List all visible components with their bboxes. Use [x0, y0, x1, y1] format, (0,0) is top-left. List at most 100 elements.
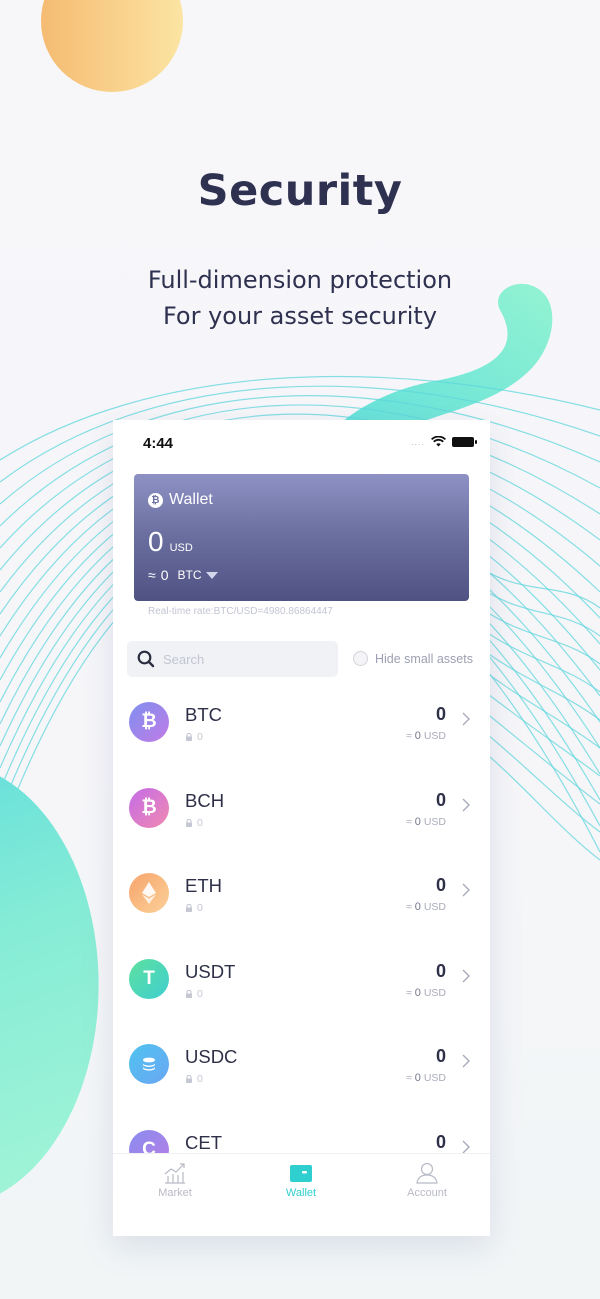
asset-symbol: BTC: [185, 704, 222, 725]
usd-amount: 0: [414, 986, 421, 999]
usdc-coins-icon: [129, 1044, 169, 1084]
usd-unit: USD: [423, 815, 446, 828]
asset-amount: 0: [435, 875, 446, 895]
asset-usd-value: ≈ 0 USD: [406, 901, 446, 913]
lock-icon: [186, 1075, 192, 1083]
page-subtitle: Full-dimension protection For your asset…: [0, 262, 600, 334]
phone-screen: 4:44 .... ₿ Wallet 0 USD ≈ 0 BTC Real-ti…: [113, 420, 490, 1236]
asset-usd-value: ≈ 0 USD: [406, 730, 446, 742]
asset-row-bch[interactable]: ₿ BCH 0 0 ≈ 0 USD: [113, 774, 490, 860]
search-icon: [137, 650, 155, 668]
market-chart-icon: [164, 1163, 185, 1184]
hide-small-assets-radio[interactable]: [353, 651, 368, 666]
asset-row-eth[interactable]: ETH 0 0 ≈ 0 USD: [113, 859, 490, 945]
asset-locked-value: 0: [197, 902, 203, 914]
btc-equivalent-value: 0: [160, 567, 169, 583]
asset-symbol: USDT: [185, 960, 236, 982]
btc-equivalent-selector[interactable]: ≈ 0 BTC: [148, 567, 219, 583]
asset-row-btc[interactable]: ₿ BTC 0 0 ≈ 0 USD: [113, 688, 490, 774]
asset-symbol: ETH: [185, 875, 222, 896]
tether-icon: T: [129, 958, 169, 999]
wallet-balance-value: 0: [148, 526, 164, 557]
asset-row-usdc[interactable]: USDC 0 0 ≈ 0 USD: [113, 1030, 490, 1116]
asset-usd-value: ≈ 0 USD: [406, 816, 446, 828]
tab-market[interactable]: Market: [135, 1162, 215, 1199]
search-input[interactable]: [163, 651, 323, 667]
asset-locked: 0: [185, 731, 203, 743]
asset-amount: 0: [435, 1131, 446, 1152]
chevron-right-icon: [462, 969, 470, 982]
wallet-balance-unit: USD: [169, 542, 193, 554]
search-field[interactable]: [127, 641, 338, 677]
asset-locked: 0: [185, 902, 203, 914]
bitcoin-logo-icon: ₿: [148, 492, 163, 508]
approx-symbol: ≈: [406, 901, 412, 913]
asset-amount: 0: [435, 1046, 446, 1066]
asset-symbol: CET: [185, 1131, 222, 1153]
lock-icon: [186, 989, 192, 998]
hide-small-assets-label: Hide small assets: [375, 651, 473, 666]
asset-row-usdt[interactable]: T USDT 0 0 ≈ 0 USD: [113, 945, 490, 1031]
tab-account[interactable]: Account: [387, 1162, 467, 1199]
asset-locked: 0: [185, 1073, 203, 1085]
tab-label: Wallet: [285, 1187, 317, 1199]
caret-down-icon: [206, 571, 219, 579]
usd-amount: 0: [414, 730, 421, 742]
wallet-icon: [290, 1165, 312, 1182]
wallet-header: ₿ Wallet: [148, 491, 213, 509]
status-time: 4:44: [143, 435, 174, 452]
asset-amount: 0: [435, 960, 446, 981]
asset-symbol: USDC: [185, 1046, 238, 1067]
asset-locked: 0: [185, 988, 203, 1000]
decorative-teal-circle: [0, 762, 99, 1208]
asset-list: ₿ BTC 0 0 ≈ 0 USD ₿ BCH 0 0 ≈ 0 USD ETH …: [113, 688, 490, 1201]
tab-bar: Market Wallet Account: [113, 1153, 490, 1236]
lock-icon: [186, 733, 192, 741]
status-bar: 4:44 ....: [113, 420, 490, 464]
wifi-icon: [431, 436, 446, 447]
chevron-right-icon: [462, 1140, 470, 1153]
wallet-summary-card[interactable]: ₿ Wallet 0 USD ≈ 0 BTC: [134, 474, 469, 601]
usd-unit: USD: [423, 901, 446, 913]
status-icons: ....: [410, 436, 477, 447]
usd-unit: USD: [423, 1072, 446, 1084]
asset-locked-value: 0: [197, 816, 203, 829]
chevron-right-icon: [462, 712, 470, 726]
bitcoin-icon: ₿: [129, 702, 169, 742]
wallet-balance: 0 USD: [148, 526, 193, 558]
signal-icon: ....: [410, 436, 425, 447]
approx-symbol: ≈: [406, 1072, 412, 1084]
usd-amount: 0: [414, 1072, 421, 1084]
usd-amount: 0: [414, 901, 421, 913]
subtitle-line-1: Full-dimension protection: [147, 266, 453, 294]
chevron-right-icon: [462, 798, 470, 811]
usd-unit: USD: [423, 730, 446, 742]
page-title: Security: [197, 166, 403, 216]
wallet-title: Wallet: [169, 491, 213, 508]
bitcoin-cash-icon: ₿: [129, 787, 169, 828]
usd-unit: USD: [423, 986, 446, 999]
tab-label: Account: [407, 1187, 447, 1199]
decorative-orange-circle: [41, 0, 183, 92]
tab-wallet[interactable]: Wallet: [261, 1162, 341, 1199]
account-icon: [416, 1162, 438, 1184]
hide-small-assets-toggle[interactable]: Hide small assets: [353, 651, 473, 666]
lock-icon: [186, 818, 192, 827]
approx-symbol: ≈: [406, 815, 412, 828]
tab-label: Market: [158, 1187, 192, 1199]
approx-symbol: ≈: [406, 986, 412, 999]
asset-locked-value: 0: [197, 987, 203, 1000]
asset-amount: 0: [435, 704, 446, 724]
chevron-right-icon: [462, 883, 470, 897]
ethereum-icon: [129, 873, 169, 913]
btc-equivalent-unit: BTC: [177, 568, 202, 582]
asset-amount: 0: [435, 789, 446, 810]
subtitle-line-2: For your asset security: [162, 302, 438, 330]
approx-symbol: ≈: [406, 730, 412, 742]
asset-usd-value: ≈ 0 USD: [406, 1072, 446, 1084]
asset-locked-value: 0: [197, 731, 203, 743]
approx-symbol: ≈: [148, 567, 156, 583]
asset-locked-value: 0: [197, 1073, 203, 1085]
asset-symbol: BCH: [185, 789, 225, 811]
usd-amount: 0: [414, 815, 421, 828]
